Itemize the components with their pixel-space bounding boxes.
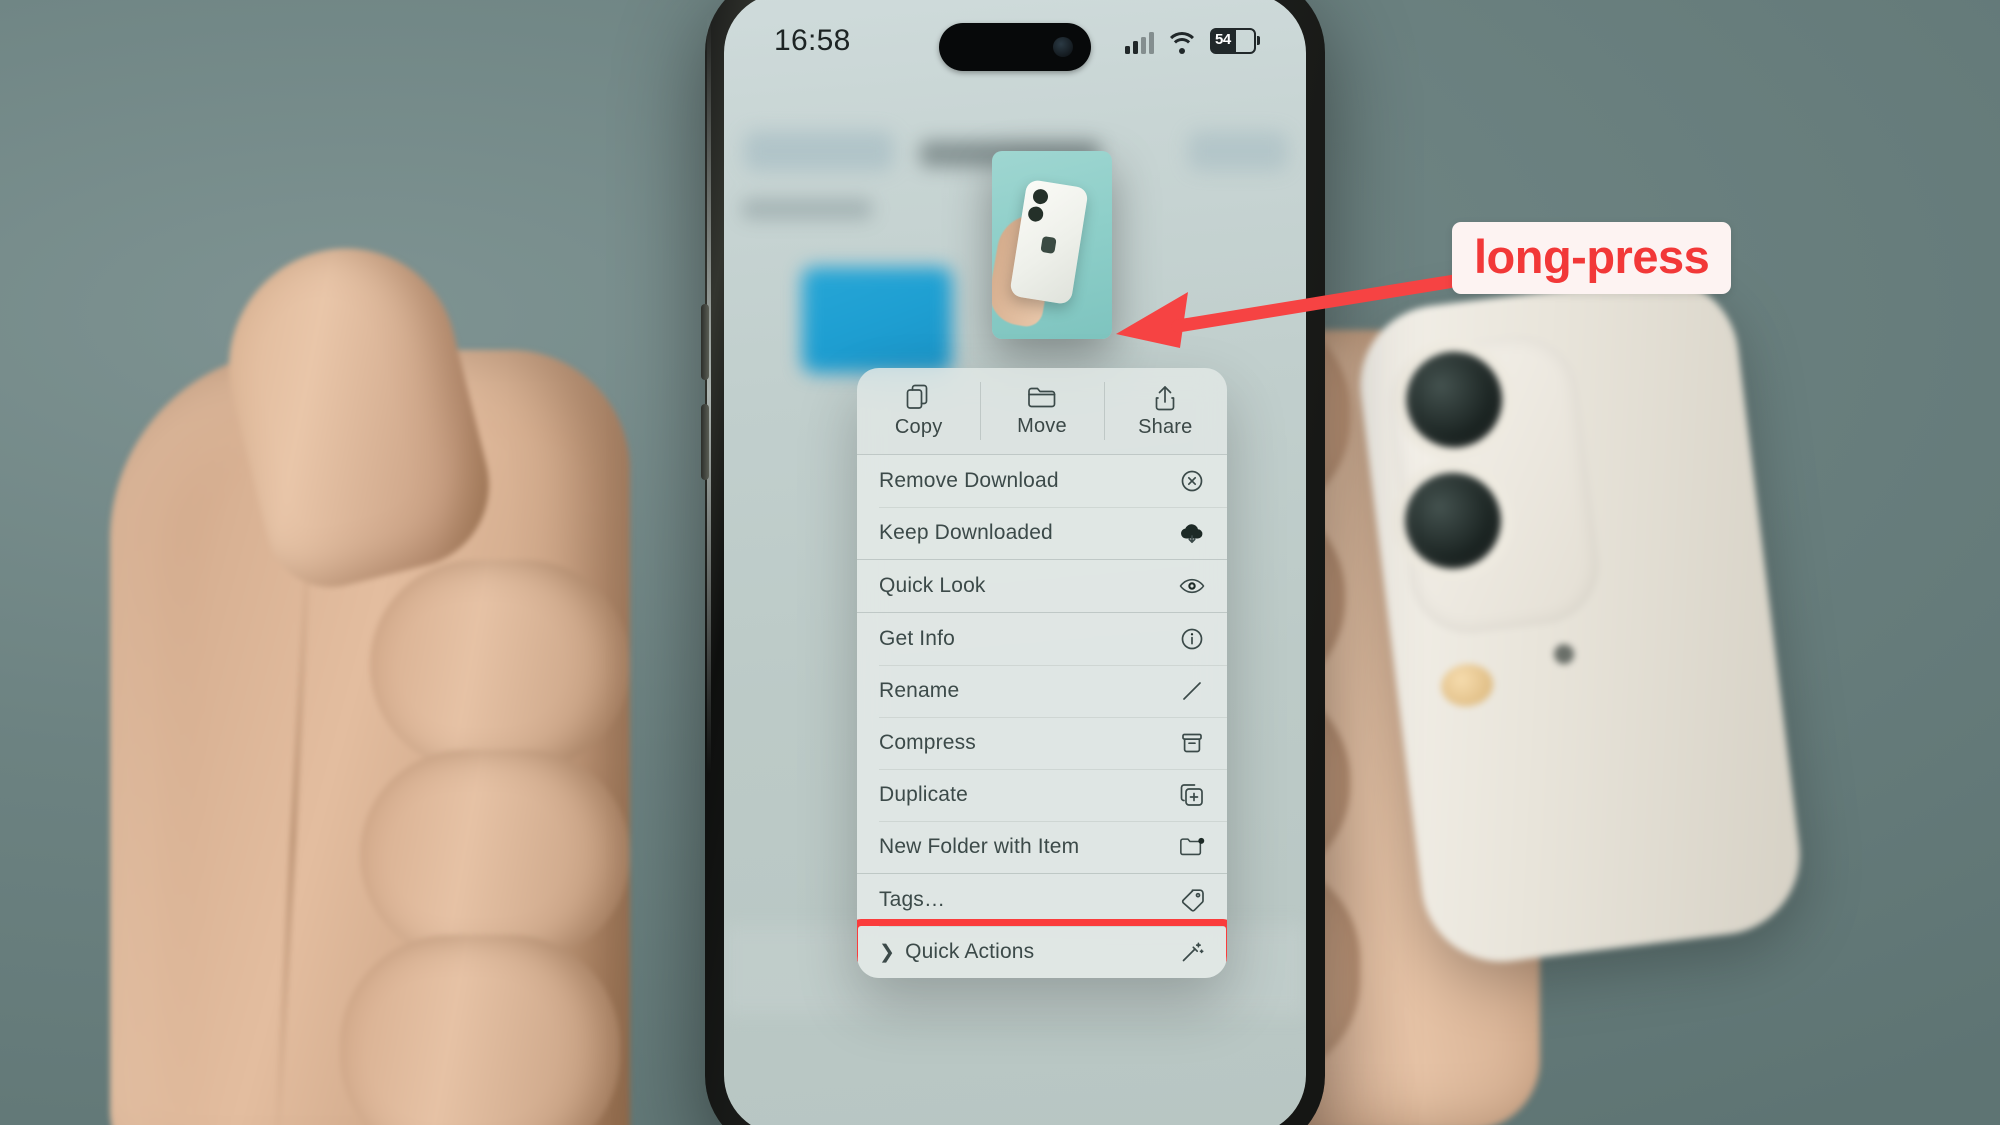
- cellular-bars-icon: [1125, 32, 1154, 54]
- copy-icon: [906, 384, 932, 412]
- iphone-device: 16:58 54 Copy Move Share Remove Download…: [701, 0, 1325, 1125]
- remove-download-icon: [1179, 468, 1205, 494]
- screenshot-scene: 16:58 54 Copy Move Share Remove Download…: [0, 0, 2000, 1125]
- context-menu-group-tags: Tags… ❯ Quick Actions: [857, 874, 1227, 978]
- folder-icon: [1027, 385, 1057, 411]
- context-menu-group-downloads: Remove Download Keep Downloaded: [857, 455, 1227, 559]
- share-button[interactable]: Share: [1103, 368, 1227, 454]
- menu-item-remove-download[interactable]: Remove Download: [857, 455, 1227, 507]
- menu-item-keep-downloaded[interactable]: Keep Downloaded: [857, 507, 1227, 559]
- bezel-highlight: [707, 14, 711, 774]
- context-menu-group-preview: Quick Look: [857, 560, 1227, 612]
- menu-item-label: Get Info: [879, 627, 955, 650]
- duplicate-plus-icon: [1179, 782, 1205, 808]
- battery-icon: 54: [1210, 28, 1260, 54]
- context-menu: Copy Move Share Remove Download Keep Dow…: [857, 368, 1227, 978]
- left-hand: [0, 225, 660, 1125]
- share-icon: [1153, 384, 1177, 412]
- chevron-right-icon: ❯: [879, 941, 896, 963]
- menu-item-compress[interactable]: Compress: [857, 717, 1227, 769]
- tag-icon: [1179, 887, 1205, 913]
- phone-screen: 16:58 54 Copy Move Share Remove Download…: [724, 0, 1306, 1125]
- menu-item-get-info[interactable]: Get Info: [857, 613, 1227, 665]
- menu-item-label: Tags…: [879, 888, 946, 911]
- menu-item-label: Duplicate: [879, 783, 968, 806]
- eye-icon: [1179, 573, 1205, 599]
- magic-wand-icon: [1179, 939, 1205, 965]
- menu-item-quick-actions[interactable]: ❯ Quick Actions: [857, 919, 1227, 978]
- pencil-icon: [1179, 678, 1205, 704]
- blue-file-thumbnail: [802, 267, 952, 373]
- share-label: Share: [1138, 415, 1193, 438]
- menu-item-label: Quick Look: [879, 574, 986, 597]
- battery-percent-label: 54: [1215, 31, 1231, 48]
- menu-item-label: Compress: [879, 731, 976, 754]
- wifi-icon: [1165, 32, 1199, 54]
- archive-box-icon: [1179, 730, 1205, 756]
- new-folder-icon: [1179, 834, 1205, 860]
- menu-item-label: Remove Download: [879, 469, 1059, 492]
- menu-item-label-group: ❯ Quick Actions: [879, 940, 1034, 964]
- menu-item-quick-look[interactable]: Quick Look: [857, 560, 1227, 612]
- move-button[interactable]: Move: [980, 368, 1103, 454]
- copy-label: Copy: [894, 415, 943, 438]
- menu-item-label: Keep Downloaded: [879, 521, 1053, 544]
- info-circle-icon: [1179, 626, 1205, 652]
- move-label: Move: [1017, 414, 1067, 437]
- menu-item-new-folder-with-item[interactable]: New Folder with Item: [857, 821, 1227, 873]
- menu-item-tags[interactable]: Tags…: [857, 874, 1227, 926]
- menu-item-label: Rename: [879, 679, 960, 702]
- menu-item-label: New Folder with Item: [879, 835, 1080, 858]
- cloud-download-icon: [1179, 520, 1205, 546]
- volume-down-button[interactable]: [701, 404, 709, 480]
- menu-item-duplicate[interactable]: Duplicate: [857, 769, 1227, 821]
- second-phone: [1351, 269, 1809, 971]
- menu-item-rename[interactable]: Rename: [857, 665, 1227, 717]
- menu-item-label: Quick Actions: [905, 940, 1035, 963]
- dynamic-island: [939, 23, 1091, 71]
- copy-button[interactable]: Copy: [857, 368, 980, 454]
- long-press-label: long-press: [1452, 222, 1732, 294]
- context-menu-group-file-actions: Get Info Rename Compress Duplicate New F…: [857, 613, 1227, 873]
- context-menu-quick-row: Copy Move Share: [857, 368, 1227, 454]
- volume-up-button[interactable]: [701, 304, 709, 380]
- status-bar-time: 16:58: [774, 24, 851, 57]
